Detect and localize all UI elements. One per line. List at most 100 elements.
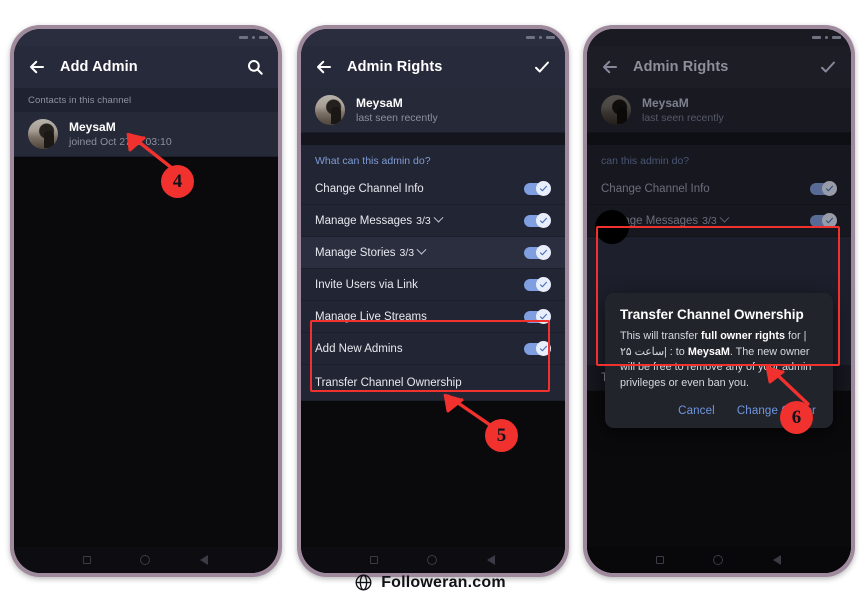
circle-nav-icon[interactable]: [712, 555, 723, 565]
dialog-body: This will transfer full owner rights for…: [620, 329, 818, 392]
contact-name: MeysaM: [69, 120, 116, 134]
right-label: Change Channel Info: [601, 182, 710, 195]
toggle-switch[interactable]: [810, 213, 837, 229]
cancel-button[interactable]: Cancel: [678, 405, 715, 417]
step-badge-6: 6: [780, 401, 813, 434]
circle-nav-icon[interactable]: [139, 555, 150, 565]
toggle-switch[interactable]: [524, 341, 551, 357]
phone-frame-2: Admin Rights MeysaM last seen recently W…: [297, 25, 569, 577]
app-bar-2: Admin Rights: [301, 46, 565, 88]
dialog-body-part3: to: [672, 345, 688, 358]
rights-question-label: What can this admin do?: [315, 155, 431, 168]
content-3: MeysaM last seen recently can this admin…: [587, 88, 851, 547]
dialog-body-persian: ۲۵ ساعت| :: [620, 345, 673, 358]
chevron-down-icon[interactable]: [719, 213, 730, 223]
page-title: Admin Rights: [633, 59, 729, 75]
back-arrow-icon[interactable]: [601, 58, 619, 76]
signal-icon: [526, 36, 535, 39]
right-label: Manage Messages 3/3: [315, 213, 444, 227]
check-icon[interactable]: [819, 58, 837, 76]
triangle-nav-icon[interactable]: [487, 555, 496, 565]
toggle-switch[interactable]: [524, 245, 551, 261]
contact-name: MeysaM: [642, 96, 689, 110]
phone-frame-1: Add Admin Contacts in this channel Meysa…: [10, 25, 282, 577]
battery-icon: [832, 36, 841, 39]
dialog-title: Transfer Channel Ownership: [620, 307, 804, 322]
right-row-change-channel-info[interactable]: Change Channel Info: [587, 173, 851, 206]
triangle-nav-icon[interactable]: [773, 555, 782, 565]
screenshot-stage: Add Admin Contacts in this channel Meysa…: [0, 0, 860, 600]
signal-icon: [812, 36, 821, 39]
avatar: [601, 95, 631, 126]
watermark-text: Followeran.com: [381, 573, 506, 591]
contact-status: last seen recently: [356, 112, 438, 125]
avatar: [315, 95, 345, 126]
toggle-switch[interactable]: [810, 181, 837, 197]
android-nav-bar-3: [587, 547, 851, 573]
admin-user-header[interactable]: MeysaM last seen recently: [587, 88, 851, 134]
section-gap: [301, 133, 565, 146]
phone-screen-1: Add Admin Contacts in this channel Meysa…: [14, 29, 278, 573]
dialog-body-bold2: MeysaM: [687, 345, 730, 358]
toggle-switch[interactable]: [524, 277, 551, 293]
phone-screen-3: Admin Rights MeysaM last seen recently c…: [587, 29, 851, 573]
admin-rights-list: What can this admin do? Change Channel I…: [301, 145, 565, 402]
back-arrow-icon[interactable]: [315, 58, 333, 76]
toggle-switch[interactable]: [524, 213, 551, 229]
section-gap: [587, 133, 851, 146]
status-bar-2: [301, 29, 565, 46]
contact-list-item[interactable]: MeysaM joined Oct 27 at 03:10: [14, 112, 278, 158]
dialog-body-bold1: full owner rights: [701, 330, 785, 342]
right-row-invite-users-via-link[interactable]: Invite Users via Link: [301, 269, 565, 302]
toggle-switch[interactable]: [524, 309, 551, 325]
toggle-switch[interactable]: [524, 181, 551, 197]
content-1: Contacts in this channel MeysaM joined O…: [14, 88, 278, 547]
square-nav-icon[interactable]: [82, 556, 91, 564]
check-icon[interactable]: [533, 58, 551, 76]
back-arrow-icon[interactable]: [28, 58, 46, 76]
content-2: MeysaM last seen recently What can this …: [301, 88, 565, 547]
avatar: [28, 119, 58, 150]
signal-icon: [239, 36, 248, 39]
right-row-manage-stories[interactable]: Manage Stories 3/3: [301, 237, 565, 270]
right-label: Change Channel Info: [315, 182, 424, 195]
status-bar-1: [14, 29, 278, 46]
right-count: 3/3: [416, 214, 431, 227]
status-dot-icon: [825, 36, 828, 39]
phone-screen-2: Admin Rights MeysaM last seen recently W…: [301, 29, 565, 573]
contact-name: MeysaM: [356, 96, 403, 110]
android-nav-bar-2: [301, 547, 565, 573]
right-row-manage-live-streams[interactable]: Manage Live Streams: [301, 301, 565, 334]
status-dot-icon: [539, 36, 542, 39]
right-label: Invite Users via Link: [315, 278, 418, 291]
step-badge-5: 5: [485, 419, 518, 452]
right-count: 3/3: [399, 246, 415, 259]
right-label: Add New Admins: [315, 342, 403, 355]
chevron-down-icon[interactable]: [433, 213, 444, 223]
right-row-transfer-channel-ownership[interactable]: Transfer Channel Ownership: [301, 365, 565, 402]
chevron-down-icon[interactable]: [416, 245, 427, 255]
right-count: 3/3: [702, 214, 717, 227]
square-nav-icon[interactable]: [369, 556, 378, 564]
contact-status: last seen recently: [642, 112, 724, 125]
square-nav-icon[interactable]: [655, 556, 664, 564]
right-label: Manage Live Streams: [315, 310, 427, 323]
rights-question-label: can this admin do?: [601, 155, 690, 168]
contact-joined-date: joined Oct 27 at 03:10: [69, 136, 172, 149]
app-bar-3: Admin Rights: [587, 46, 851, 88]
battery-icon: [259, 36, 268, 39]
status-dot-icon: [252, 36, 255, 39]
triangle-nav-icon[interactable]: [200, 555, 209, 565]
right-row-manage-messages[interactable]: Manage Messages 3/3: [301, 205, 565, 238]
admin-user-header[interactable]: MeysaM last seen recently: [301, 88, 565, 134]
watermark: Followeran.com: [0, 573, 860, 592]
android-nav-bar-1: [14, 547, 278, 573]
step-badge-4: 4: [161, 165, 194, 198]
search-icon[interactable]: [246, 58, 264, 76]
dialog-body-part2: for |: [784, 330, 807, 342]
globe-icon: [355, 574, 372, 591]
status-bar-3: [587, 29, 851, 46]
circle-nav-icon[interactable]: [426, 555, 437, 565]
right-row-change-channel-info[interactable]: Change Channel Info: [301, 173, 565, 206]
right-row-add-new-admins[interactable]: Add New Admins: [301, 333, 565, 366]
